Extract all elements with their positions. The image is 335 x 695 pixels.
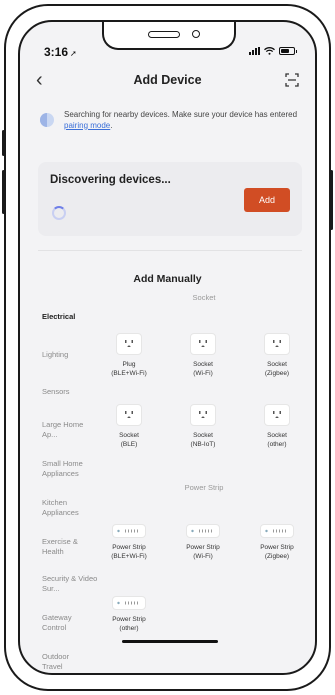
product-socket-nb-iot[interactable]: Socket (NB-IoT)	[168, 404, 238, 449]
notice-text: Searching for nearby devices. Make sure …	[64, 110, 298, 119]
product-label: Power Strip (other)	[112, 616, 146, 632]
scan-icon[interactable]	[285, 73, 299, 87]
category-outdoor-travel[interactable]: Outdoor Travel	[42, 652, 86, 672]
product-socket-wifi[interactable]: Socket (Wi-Fi)	[168, 333, 238, 378]
product-label: Socket (BLE)	[119, 432, 139, 448]
camera-icon	[192, 30, 200, 38]
product-label: Socket (other)	[267, 432, 287, 448]
socket-icon	[264, 333, 290, 355]
wifi-icon	[264, 47, 275, 55]
product-label: Power Strip (Wi-Fi)	[186, 544, 220, 560]
speaker-icon	[148, 31, 180, 38]
product-power-strip-other[interactable]: Power Strip (other)	[94, 596, 164, 633]
product-label: Power Strip (BLE+Wi-Fi)	[111, 544, 147, 560]
product-power-strip-zigbee[interactable]: Power Strip (Zigbee)	[242, 524, 312, 561]
product-label: Socket (NB-IoT)	[190, 432, 216, 448]
signal-icon	[249, 47, 260, 55]
power-strip-icon	[260, 524, 294, 538]
side-button	[2, 130, 5, 156]
section-title: Add Manually	[133, 273, 202, 285]
power-strip-icon	[112, 596, 146, 610]
discovery-card: Discovering devices... Add	[38, 162, 302, 236]
notch	[102, 22, 236, 50]
product-label: Power Strip (Zigbee)	[260, 544, 294, 560]
category-lighting[interactable]: Lighting	[42, 350, 102, 360]
discovery-title: Discovering devices...	[50, 174, 171, 186]
pairing-mode-link[interactable]: pairing mode	[64, 121, 110, 130]
divider	[38, 250, 302, 251]
battery-icon	[279, 47, 297, 55]
group-label-power-strip: Power Strip	[184, 483, 224, 492]
add-button[interactable]: Add	[244, 188, 290, 212]
power-strip-icon	[112, 524, 146, 538]
product-socket-ble[interactable]: Socket (BLE)	[94, 404, 164, 449]
status-time: 3:16 ➚	[44, 45, 77, 59]
search-notice: Searching for nearby devices. Make sure …	[40, 110, 302, 131]
category-small-home-appliances[interactable]: Small Home Appliances	[42, 459, 94, 479]
product-label: Socket (Zigbee)	[264, 361, 290, 377]
search-notice-text: Searching for nearby devices. Make sure …	[64, 110, 302, 131]
category-kitchen-appliances[interactable]: Kitchen Appliances	[42, 498, 94, 518]
product-label: Plug (BLE+Wi-Fi)	[111, 361, 147, 377]
side-button	[2, 170, 5, 214]
status-icons	[249, 47, 297, 55]
product-label: Socket (Wi-Fi)	[193, 361, 213, 377]
product-power-strip-ble-wifi[interactable]: Power Strip (BLE+Wi-Fi)	[94, 524, 164, 561]
socket-icon	[190, 404, 216, 426]
group-label-socket: Socket	[192, 293, 216, 302]
socket-icon	[264, 404, 290, 426]
product-socket-other[interactable]: Socket (other)	[242, 404, 312, 449]
notice-suffix: .	[110, 120, 113, 130]
searching-icon	[40, 113, 54, 127]
category-exercise-health[interactable]: Exercise & Health	[42, 537, 90, 557]
category-gateway-control[interactable]: Gateway Control	[42, 613, 86, 633]
category-sensors[interactable]: Sensors	[42, 387, 102, 397]
category-electrical[interactable]: Electrical	[42, 312, 102, 322]
side-button	[330, 170, 333, 230]
loading-spinner-icon	[52, 206, 66, 220]
category-security-video[interactable]: Security & Video Sur...	[42, 574, 98, 594]
page-title: Add Device	[133, 73, 202, 87]
product-socket-zigbee[interactable]: Socket (Zigbee)	[242, 333, 312, 378]
nav-bar: ‹ Add Device	[20, 70, 315, 94]
power-strip-icon	[186, 524, 220, 538]
socket-icon	[116, 404, 142, 426]
status-time-text: 3:16	[44, 45, 69, 59]
home-indicator[interactable]	[122, 640, 218, 643]
product-plug-ble-wifi[interactable]: Plug (BLE+Wi-Fi)	[94, 333, 164, 378]
status-bar: 3:16 ➚	[20, 22, 315, 62]
socket-icon	[116, 333, 142, 355]
product-power-strip-wifi[interactable]: Power Strip (Wi-Fi)	[168, 524, 238, 561]
category-large-home-appliances[interactable]: Large Home Ap...	[42, 420, 94, 440]
location-arrow-icon: ➚	[70, 49, 77, 58]
socket-icon	[190, 333, 216, 355]
phone-screen: 3:16 ➚ ‹ Add Device Searching for nearby…	[18, 20, 317, 675]
